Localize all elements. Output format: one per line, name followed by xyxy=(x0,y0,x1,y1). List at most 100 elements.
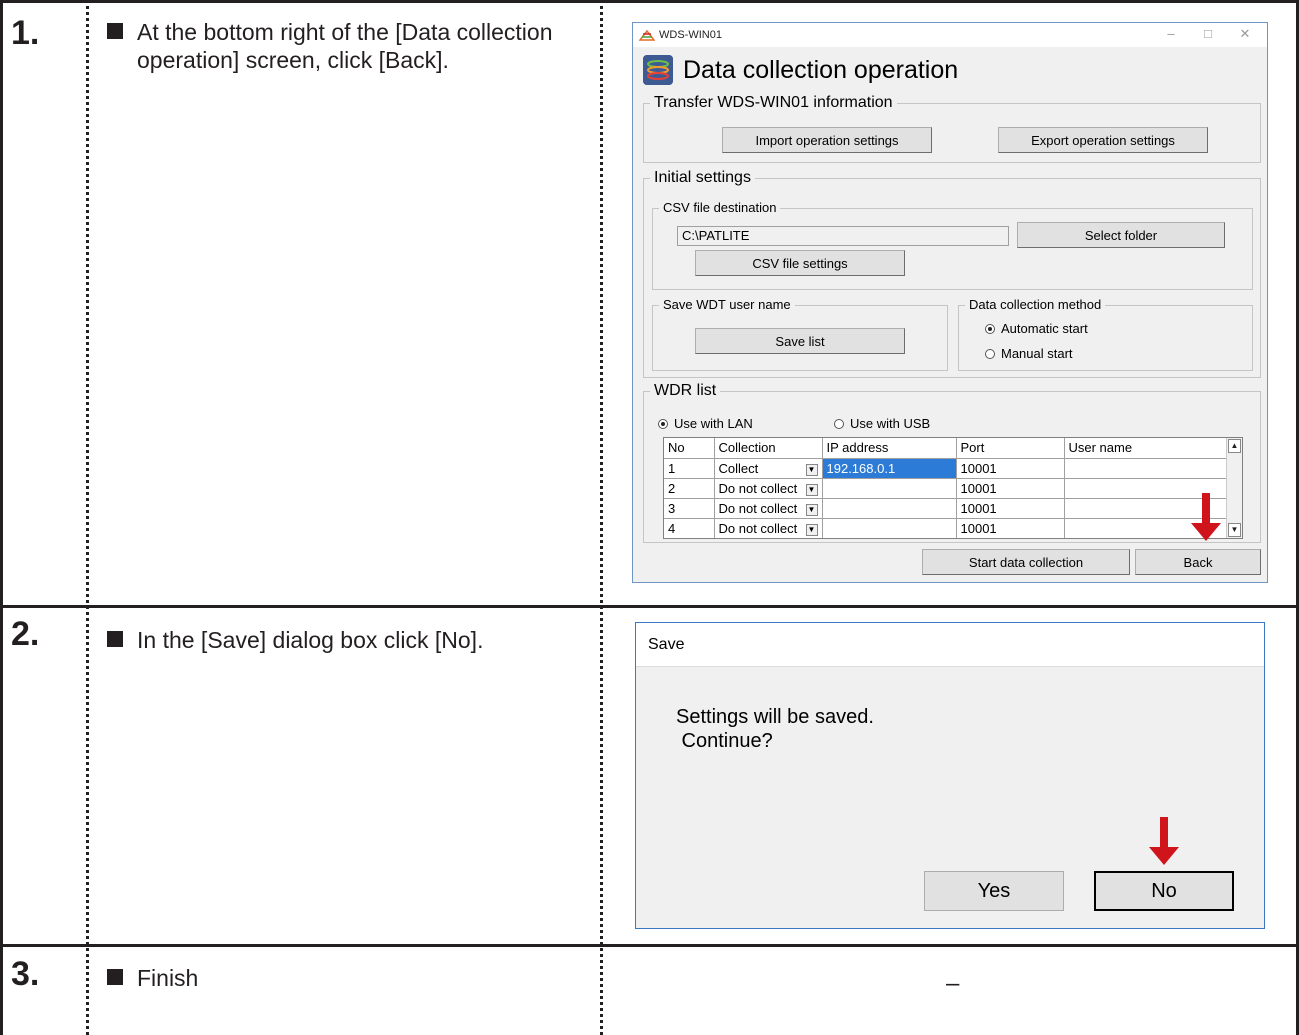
close-icon[interactable]: ✕ xyxy=(1235,26,1255,42)
maximize-icon[interactable]: □ xyxy=(1198,26,1218,41)
import-settings-button[interactable]: Import operation settings xyxy=(722,127,932,153)
save-list-button[interactable]: Save list xyxy=(695,328,905,354)
table-border-left xyxy=(0,0,3,1035)
dialog-titlebar: Save xyxy=(636,623,1264,667)
row-divider-2 xyxy=(0,944,1299,947)
table-row[interactable]: 3 Do not collect ▼ 10001 xyxy=(664,498,1229,519)
collection-value: Do not collect xyxy=(718,500,798,516)
save-dialog: Save Settings will be saved. Continue? Y… xyxy=(635,622,1265,929)
radio-selected-icon xyxy=(985,323,995,334)
step-instruction: At the bottom right of the [Data collect… xyxy=(107,18,577,74)
table-row[interactable]: 1 Collect ▼ 192.168.0.1 10001 xyxy=(664,458,1229,479)
row-number: 4 xyxy=(664,518,715,538)
port-cell[interactable]: 10001 xyxy=(956,458,1065,479)
transfer-group-label: Transfer WDS-WIN01 information xyxy=(650,94,897,112)
collection-value: Do not collect xyxy=(718,520,798,536)
no-button[interactable]: No xyxy=(1094,871,1234,911)
step3-result: – xyxy=(946,970,960,997)
collection-method-label: Data collection method xyxy=(965,297,1106,312)
automatic-start-label: Automatic start xyxy=(1001,321,1088,336)
data-collection-icon xyxy=(643,55,673,85)
row-number: 1 xyxy=(664,458,715,479)
window-titlebar: WDS-WIN01 – □ ✕ xyxy=(633,23,1267,47)
port-cell[interactable]: 10001 xyxy=(956,478,1065,499)
column-divider-1 xyxy=(86,0,89,1035)
scroll-up-icon[interactable]: ▲ xyxy=(1228,439,1241,453)
step-instruction-text: Finish xyxy=(137,965,199,991)
minimize-icon[interactable]: – xyxy=(1161,26,1181,41)
yes-button[interactable]: Yes xyxy=(924,871,1064,911)
ip-address-cell[interactable] xyxy=(822,518,957,538)
column-header[interactable]: User name xyxy=(1064,438,1229,459)
row-number: 2 xyxy=(664,478,715,499)
data-collection-window: WDS-WIN01 – □ ✕ Data collection operatio… xyxy=(632,22,1268,583)
ip-address-cell[interactable] xyxy=(822,478,957,499)
column-header[interactable]: Collection xyxy=(714,438,823,459)
start-data-collection-button[interactable]: Start data collection xyxy=(922,549,1130,575)
save-user-name-group: Save WDT user name Save list xyxy=(652,297,948,371)
table-border-top xyxy=(0,0,1299,3)
dropdown-arrow-icon[interactable]: ▼ xyxy=(805,483,818,496)
window-title: WDS-WIN01 xyxy=(659,29,722,41)
csv-path-field[interactable]: C:\PATLITE xyxy=(677,226,1009,246)
collection-select[interactable]: Collect ▼ xyxy=(714,458,823,479)
radio-unselected-icon xyxy=(985,348,995,359)
port-cell[interactable]: 10001 xyxy=(956,498,1065,519)
csv-file-settings-button[interactable]: CSV file settings xyxy=(695,250,905,276)
bullet-square-icon xyxy=(107,969,123,985)
ip-address-cell[interactable] xyxy=(822,498,957,519)
app-icon xyxy=(639,29,655,41)
dialog-message: Settings will be saved. Continue? xyxy=(676,706,874,752)
wdr-list-label: WDR list xyxy=(650,382,721,400)
collection-select[interactable]: Do not collect ▼ xyxy=(714,498,823,519)
port-cell[interactable]: 10001 xyxy=(956,518,1065,538)
column-divider-2 xyxy=(600,0,603,1035)
dropdown-arrow-icon[interactable]: ▼ xyxy=(805,463,818,476)
wdr-list-grid[interactable]: No Collection IP address Port User name … xyxy=(663,437,1243,539)
table-row[interactable]: 4 Do not collect ▼ 10001 xyxy=(664,518,1229,538)
select-folder-button[interactable]: Select folder xyxy=(1017,222,1225,248)
manual-start-radio[interactable]: Manual start xyxy=(985,346,1073,361)
dialog-title: Save xyxy=(648,636,685,653)
ip-address-cell[interactable]: 192.168.0.1 xyxy=(822,458,957,479)
radio-selected-icon xyxy=(658,418,668,429)
collection-select[interactable]: Do not collect ▼ xyxy=(714,478,823,499)
down-arrow-icon xyxy=(1149,817,1179,869)
step-number: 1. xyxy=(11,14,40,52)
save-user-name-label: Save WDT user name xyxy=(659,297,795,312)
dropdown-arrow-icon[interactable]: ▼ xyxy=(805,503,818,516)
csv-destination-label: CSV file destination xyxy=(659,200,781,215)
table-row[interactable]: 2 Do not collect ▼ 10001 xyxy=(664,478,1229,499)
step-instruction: In the [Save] dialog box click [No]. xyxy=(107,626,577,654)
row-divider-1 xyxy=(0,605,1299,608)
user-name-cell[interactable] xyxy=(1064,458,1229,479)
bullet-square-icon xyxy=(107,23,123,39)
use-with-usb-label: Use with USB xyxy=(850,416,931,431)
use-with-lan-radio[interactable]: Use with LAN xyxy=(658,416,753,431)
collection-value: Do not collect xyxy=(718,480,798,496)
scroll-down-icon[interactable]: ▼ xyxy=(1228,523,1241,537)
column-header[interactable]: IP address xyxy=(822,438,957,459)
column-header[interactable]: No xyxy=(664,438,715,459)
step-instruction: Finish xyxy=(107,964,577,992)
initial-settings-label: Initial settings xyxy=(650,169,755,187)
bullet-square-icon xyxy=(107,631,123,647)
transfer-group: Transfer WDS-WIN01 information Import op… xyxy=(643,94,1261,163)
automatic-start-radio[interactable]: Automatic start xyxy=(985,321,1088,336)
collection-value: Collect xyxy=(718,460,759,476)
collection-select[interactable]: Do not collect ▼ xyxy=(714,518,823,538)
column-header[interactable]: Port xyxy=(956,438,1065,459)
row-number: 3 xyxy=(664,498,715,519)
dropdown-arrow-icon[interactable]: ▼ xyxy=(805,523,818,536)
grid-header-row: No Collection IP address Port User name xyxy=(664,438,1229,459)
initial-settings-group: Initial settings CSV file destination C:… xyxy=(643,169,1261,378)
step-instruction-text: At the bottom right of the [Data collect… xyxy=(137,19,553,73)
back-button[interactable]: Back xyxy=(1135,549,1261,575)
export-settings-button[interactable]: Export operation settings xyxy=(998,127,1208,153)
use-with-usb-radio[interactable]: Use with USB xyxy=(834,416,930,431)
step-instruction-text: In the [Save] dialog box click [No]. xyxy=(137,627,484,653)
step-number: 2. xyxy=(11,615,40,653)
down-arrow-icon xyxy=(1191,493,1221,543)
manual-start-label: Manual start xyxy=(1001,346,1073,361)
grid-scrollbar[interactable]: ▲ ▼ xyxy=(1226,438,1242,538)
